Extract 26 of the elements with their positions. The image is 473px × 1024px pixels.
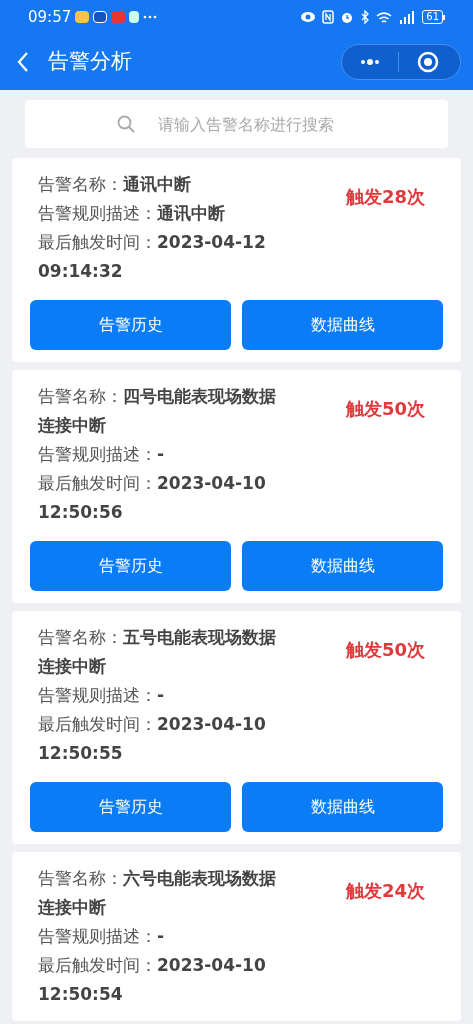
action-button[interactable]: 数据曲线 <box>242 300 443 350</box>
last-trigger-time: 最后触发时间：2023-04-10 12:50:54 <box>38 954 267 1006</box>
action-button[interactable]: 数据曲线 <box>242 541 443 591</box>
action-button[interactable]: 告警历史 <box>30 782 231 832</box>
last-trigger-time: 最后触发时间：2023-04-10 12:50:56 <box>38 472 267 524</box>
trigger-count: 触发28次 <box>345 185 425 209</box>
alarm-name: 告警名称：六号电能表现场数据连接中断 <box>38 867 277 919</box>
battery-icon: 61 <box>422 10 445 24</box>
trigger-count: 触发50次 <box>345 397 425 421</box>
alarm-name: 告警名称：五号电能表现场数据连接中断 <box>38 626 277 678</box>
alarm-name: 告警名称：通讯中断 <box>38 173 192 196</box>
alarm-rule: 告警规则描述：- <box>38 684 166 707</box>
action-button[interactable]: 告警历史 <box>30 541 231 591</box>
trigger-count: 触发24次 <box>345 879 425 903</box>
alarm-rule: 告警规则描述：- <box>38 443 166 466</box>
alarm-rule: 告警规则描述：通讯中断 <box>38 202 226 225</box>
action-button[interactable]: 告警历史 <box>30 300 231 350</box>
last-trigger-time: 最后触发时间：2023-04-10 12:50:55 <box>38 713 267 765</box>
page-title: 告警分析 <box>48 48 132 76</box>
trigger-count: 触发50次 <box>345 638 425 662</box>
last-trigger-time: 最后触发时间：2023-04-12 09:14:32 <box>38 231 267 283</box>
action-button[interactable]: 数据曲线 <box>242 782 443 832</box>
alarm-name: 告警名称：四号电能表现场数据连接中断 <box>38 385 277 437</box>
search-field[interactable]: 请输入告警名称进行搜索 <box>25 100 448 148</box>
status-time: 09:57 <box>28 6 72 28</box>
alarm-rule: 告警规则描述：- <box>38 925 166 948</box>
